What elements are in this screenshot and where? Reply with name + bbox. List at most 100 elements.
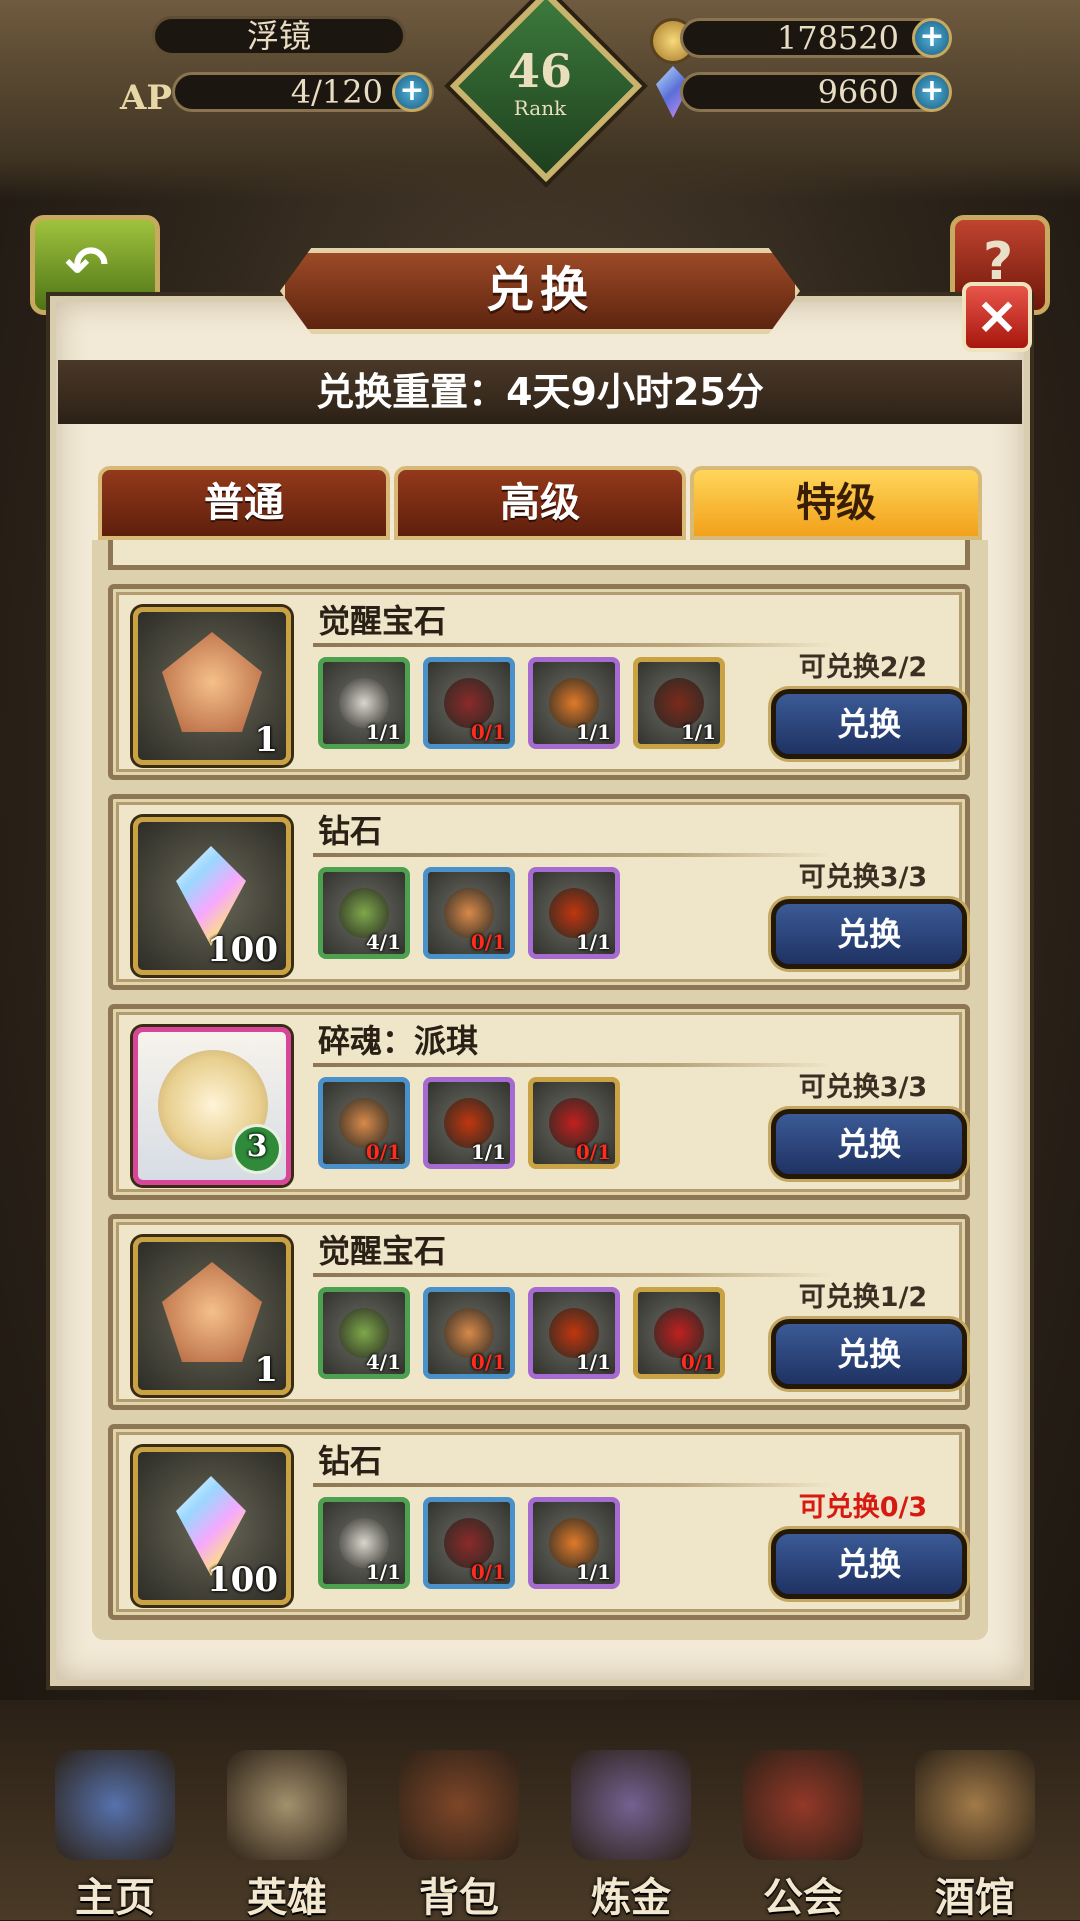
rank-number: 46 [507,44,572,98]
material-slot[interactable]: 1/1 [423,1077,515,1169]
material-count: 1/1 [575,720,611,744]
nav-label: 背包 [419,1875,499,1921]
tab-label: 普通 [204,480,284,526]
reward-diamond-icon[interactable]: 100 [133,1447,291,1605]
reward-name: 钻石 [318,1442,383,1480]
nav-item-winged-helmet[interactable]: 英雄 [202,1730,372,1920]
material-count: 1/1 [365,720,401,744]
material-count: 0/1 [470,720,506,744]
nav-label: 英雄 [247,1875,327,1921]
exchange-button[interactable]: 兑换 [771,689,967,759]
material-count: 1/1 [470,1140,506,1164]
material-count: 0/1 [575,1140,611,1164]
material-slot[interactable]: 0/1 [423,657,515,749]
material-slot[interactable]: 1/1 [528,1287,620,1379]
material-count: 1/1 [365,1560,401,1584]
reward-awakening-gem-icon[interactable]: 1 [133,607,291,765]
exchange-availability: 可兑换0/3 [798,1492,928,1523]
tab-advanced[interactable]: 高级 [394,466,686,540]
material-count: 4/1 [365,930,401,954]
exchange-button[interactable]: 兑换 [771,1109,967,1179]
reward-name: 钻石 [318,812,383,850]
divider [313,643,833,647]
exchange-row: 1 觉醒宝石 4/1 0/1 1/1 0/1 可兑换1/2 兑换 [108,1214,970,1410]
exchange-row: 1 觉醒宝石 1/1 0/1 1/1 1/1 可兑换2/2 兑换 [108,584,970,780]
material-count: 1/1 [680,720,716,744]
reward-hero-soul-portrait[interactable]: 3 [133,1027,291,1185]
divider [313,1063,833,1067]
gem-bar: 9660 [680,72,950,112]
material-slot[interactable]: 1/1 [633,657,725,749]
reward-quantity: 100 [207,930,278,970]
material-slot[interactable]: 4/1 [318,867,410,959]
tab-special[interactable]: 特级 [690,466,982,540]
material-slot[interactable]: 0/1 [423,1497,515,1589]
back-arrow-icon: ↶ [65,236,109,296]
material-count: 0/1 [365,1140,401,1164]
gold-add-button[interactable]: + [912,18,952,58]
nav-item-guild-crest[interactable]: 公会 [718,1730,888,1920]
reset-timer: 兑换重置：4天9小时25分 [58,360,1022,424]
material-slot[interactable]: 1/1 [318,1497,410,1589]
close-button[interactable]: × [962,282,1032,352]
ap-add-button[interactable]: + [392,72,432,112]
gem-value: 9660 [817,73,899,111]
exchange-availability: 可兑换1/2 [798,1282,928,1313]
material-count: 4/1 [365,1350,401,1374]
material-count: 0/1 [680,1350,716,1374]
nav-item-backpack[interactable]: 背包 [374,1730,544,1920]
nav-item-castle[interactable]: 主页 [30,1730,200,1920]
exchange-button[interactable]: 兑换 [771,1529,967,1599]
exchange-row: 100 钻石 4/1 0/1 1/1 可兑换3/3 兑换 [108,794,970,990]
material-count: 1/1 [575,1350,611,1374]
tab-label: 高级 [500,480,580,526]
divider [313,853,833,857]
exchange-list[interactable]: 1 觉醒宝石 1/1 0/1 1/1 1/1 可兑换2/2 兑换 100 钻石 4/1 0/1 1/1 可… [92,540,988,1640]
divider [313,1273,833,1277]
nav-label: 炼金 [591,1875,671,1921]
exchange-availability: 可兑换3/3 [798,862,928,893]
exchange-button[interactable]: 兑换 [771,899,967,969]
material-slot[interactable]: 1/1 [318,657,410,749]
material-slot[interactable]: 1/1 [528,867,620,959]
reward-quantity: 100 [207,1560,278,1600]
awakening-gem-icon [162,1262,262,1362]
partial-card-edge [108,540,970,570]
reward-diamond-icon[interactable]: 100 [133,817,291,975]
reward-name: 觉醒宝石 [318,1232,447,1270]
reward-quantity: 3 [232,1124,282,1174]
material-slot[interactable]: 4/1 [318,1287,410,1379]
material-count: 0/1 [470,1560,506,1584]
material-count: 0/1 [470,930,506,954]
material-slot[interactable]: 0/1 [423,1287,515,1379]
reward-awakening-gem-icon[interactable]: 1 [133,1237,291,1395]
nav-item-alchemy-flask[interactable]: 炼金 [546,1730,716,1920]
gold-bar: 178520 [680,18,950,58]
ap-value: 4/120 [290,73,383,111]
material-slot[interactable]: 0/1 [318,1077,410,1169]
gold-value: 178520 [776,19,899,57]
tab-normal[interactable]: 普通 [98,466,390,540]
exchange-row: 3 碎魂：派琪 0/1 1/1 0/1 可兑换3/3 兑换 [108,1004,970,1200]
close-icon: × [975,286,1019,346]
top-hud: 浮镜 AP 4/120 + 46 Rank 178520 + 9660 + [0,0,1080,200]
dialog-title: 兑换 [485,262,594,318]
exchange-availability: 可兑换2/2 [798,652,928,683]
reward-name: 碎魂：派琪 [318,1022,479,1060]
material-slot[interactable]: 0/1 [528,1077,620,1169]
material-slot[interactable]: 1/1 [528,1497,620,1589]
material-slot[interactable]: 0/1 [633,1287,725,1379]
gem-add-button[interactable]: + [912,72,952,112]
exchange-row: 100 钻石 1/1 0/1 1/1 可兑换0/3 兑换 [108,1424,970,1620]
nav-label: 公会 [763,1875,843,1921]
tab-label: 特级 [796,480,876,526]
player-name-bar: 浮镜 [152,16,406,56]
nav-item-tavern-barrel[interactable]: 酒馆 [890,1730,1060,1920]
material-count: 0/1 [470,1350,506,1374]
material-slot[interactable]: 1/1 [528,657,620,749]
material-slot[interactable]: 0/1 [423,867,515,959]
exchange-button[interactable]: 兑换 [771,1319,967,1389]
rank-label: Rank [513,96,567,120]
awakening-gem-icon [162,632,262,732]
exchange-availability: 可兑换3/3 [798,1072,928,1103]
